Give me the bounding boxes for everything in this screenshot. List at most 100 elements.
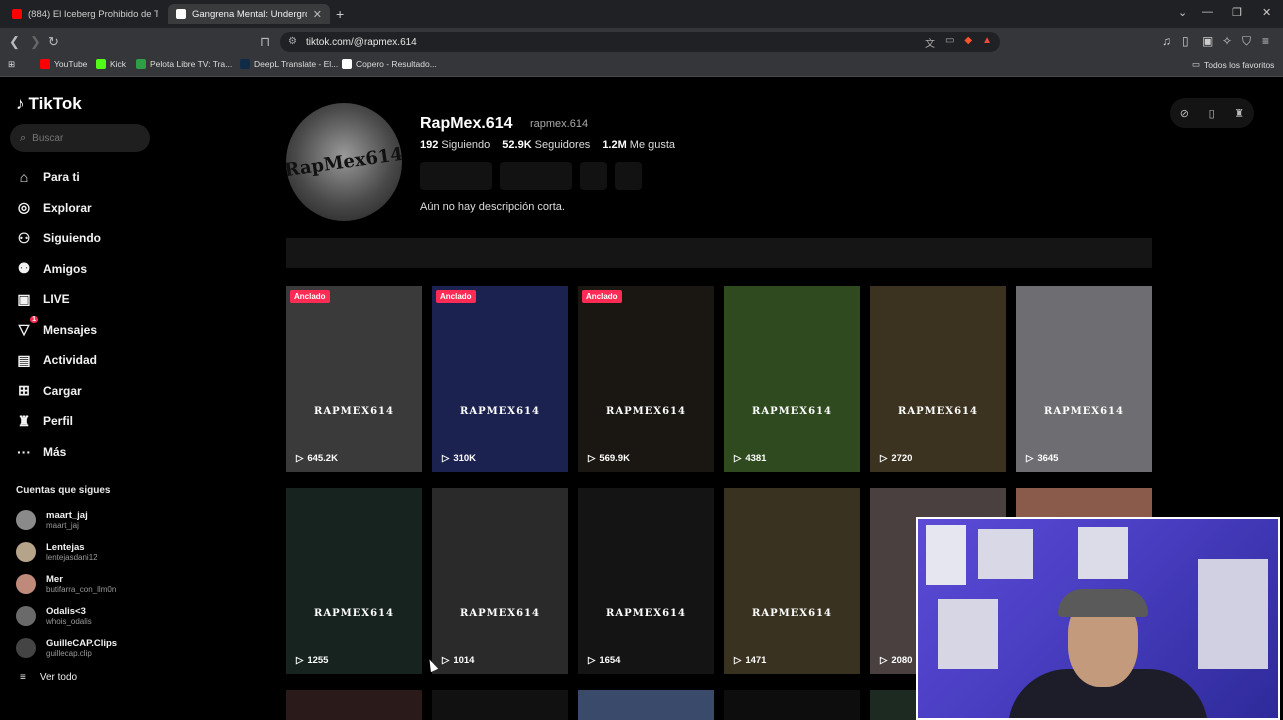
video-card[interactable]: RAPMEX614 ▷ 2720 (870, 286, 1006, 472)
video-card[interactable]: RAPMEX614 ▷ 1654 (578, 488, 714, 674)
account-name: GuilleCAP.Clips (46, 637, 118, 649)
video-card[interactable]: RAPMEX614 ▷ 1471 (724, 488, 860, 674)
see-all-label: Ver todo (39, 672, 78, 683)
browser-tab-tiktok[interactable]: Gangrena Mental: Undergrou ✕ (168, 4, 330, 24)
video-card[interactable]: RAPMEX614 ▷ 4381 (724, 286, 860, 472)
sidebar-item-siguiendo[interactable]: ⚇ Siguiendo (14, 223, 101, 254)
nav-label: Explorar (43, 200, 92, 215)
play-icon: ▷ (880, 453, 888, 464)
follow-button[interactable] (420, 162, 492, 190)
see-all-button[interactable]: ≡ Ver todo (20, 672, 77, 683)
search-box[interactable]: ⌕ (10, 124, 150, 152)
video-card[interactable] (286, 690, 422, 720)
suggest-button[interactable] (580, 162, 607, 190)
restore-button[interactable]: ❐ (1232, 6, 1242, 19)
wallet-icon[interactable]: ▣ (1202, 34, 1213, 48)
sidebar-item-actividad[interactable]: ▤ Actividad (14, 345, 101, 376)
live-icon: ▣ (17, 290, 31, 307)
nav-label: Mensajes (43, 322, 98, 337)
video-card[interactable]: Anclado RAPMEX614 ▷ 569.9K (578, 286, 714, 472)
tab-search-icon[interactable]: ⌄ (1178, 6, 1187, 19)
bookmark-pelota-libre[interactable]: Pelota Libre TV: Tra... (136, 59, 232, 69)
bookmark-kick[interactable]: Kick (96, 59, 126, 69)
apps-icon[interactable]: ⊞ (8, 59, 15, 70)
profile-bio: Aún no hay descripción corta. (420, 201, 565, 213)
music-icon[interactable]: ♫ (1162, 34, 1171, 48)
close-window-button[interactable]: ✕ (1262, 6, 1271, 19)
video-card[interactable] (432, 690, 568, 720)
sidebar-item-cargar[interactable]: ⊞ Cargar (14, 376, 101, 407)
following-account[interactable]: maart_jaj maart_jaj (16, 504, 117, 536)
nav-label: Siguiendo (43, 231, 101, 246)
new-tab-button[interactable]: + (336, 6, 344, 22)
reload-button[interactable]: ↻ (48, 34, 59, 50)
poster (1078, 527, 1128, 579)
play-icon: ▷ (734, 655, 742, 666)
sidebar-item-para-ti[interactable]: ⌂ Para ti (14, 162, 101, 193)
following-count: 192 (420, 139, 439, 151)
view-count: ▷ 1654 (588, 655, 620, 666)
following-stat[interactable]: 192 Siguiendo (420, 139, 490, 151)
profile-actions (420, 162, 642, 190)
account-handle: whois_odalis (46, 616, 92, 626)
nav-label: Cargar (43, 383, 82, 398)
vpn-icon[interactable]: ⛉ (1242, 34, 1251, 49)
forward-button[interactable]: ❯ (30, 34, 41, 50)
search-input[interactable] (32, 132, 133, 144)
cast-icon[interactable]: ▭ (945, 35, 954, 50)
sidebar-item-perfil[interactable]: ♜ Perfil (14, 406, 101, 437)
pinned-badge: Anclado (582, 290, 622, 303)
close-tab-icon[interactable]: ✕ (313, 8, 322, 21)
browser-tab-youtube[interactable]: (884) El Iceberg Prohibido de The Me (4, 4, 166, 24)
views-text: 1014 (453, 655, 475, 666)
tiktok-logo[interactable]: ♪ TikTok (16, 94, 82, 114)
brave-rewards-icon[interactable]: ▲ (982, 35, 992, 50)
video-card[interactable]: RAPMEX614 ▷ 1255 (286, 488, 422, 674)
messages-glyph: ▽ (18, 321, 30, 338)
back-button[interactable]: ❮ (9, 34, 20, 50)
video-card[interactable]: RAPMEX614 ▷ 1014 (432, 488, 568, 674)
profile-tabs-bar[interactable] (286, 238, 1152, 268)
following-account[interactable]: Odalis<3 whois_odalis (16, 600, 117, 632)
phone-icon[interactable]: ▯ (1209, 107, 1215, 120)
followers-stat[interactable]: 52.9K Seguidores (502, 139, 590, 151)
activity-icon: ▤ (17, 351, 31, 368)
menu-icon[interactable]: ≡ (1262, 34, 1269, 48)
address-bar[interactable]: ⚙ tiktok.com/@rapmex.614 文 ▭ ◆ ▲ (280, 32, 1000, 52)
user-avatar-icon[interactable]: ♜ (1234, 107, 1244, 120)
message-button[interactable] (500, 162, 572, 190)
sidebar-toggle-icon[interactable]: ▯ (1182, 34, 1189, 48)
bookmark-youtube[interactable]: YouTube (40, 59, 87, 69)
bookmark-deepl[interactable]: DeepL Translate - El... (240, 59, 338, 69)
views-text: 1471 (745, 655, 767, 666)
profile-avatar[interactable]: RapMex614 (286, 103, 402, 221)
bookmark-icon[interactable]: ⊓ (260, 34, 270, 50)
coin-icon[interactable]: ⊘ (1180, 107, 1189, 120)
video-card[interactable] (724, 690, 860, 720)
ai-icon[interactable]: ✧ (1222, 34, 1232, 48)
video-card[interactable] (578, 690, 714, 720)
video-card[interactable]: RAPMEX614 ▷ 3645 (1016, 286, 1152, 472)
brave-shield-icon[interactable]: ◆ (964, 35, 972, 50)
translate-icon[interactable]: 文 (925, 35, 935, 50)
bookmark-label: YouTube (54, 59, 88, 69)
share-button[interactable] (615, 162, 642, 190)
sidebar-item-mas[interactable]: ··· Más (14, 437, 101, 468)
following-account[interactable]: GuilleCAP.Clips guillecap.clip (16, 632, 117, 664)
bookmark-copero[interactable]: Copero - Resultado... (342, 59, 437, 69)
following-account[interactable]: Lentejas lentejasdani12 (16, 536, 117, 568)
minimize-button[interactable]: — (1202, 6, 1213, 18)
sidebar-item-live[interactable]: ▣ LIVE (14, 284, 101, 315)
sidebar-item-explorar[interactable]: ◎ Explorar (14, 193, 101, 224)
following-account[interactable]: Mer butifarra_con_llm0n (16, 568, 117, 600)
sidebar-item-amigos[interactable]: ⚉ Amigos (14, 254, 101, 285)
view-count: ▷ 1471 (734, 655, 766, 666)
all-favorites-folder[interactable]: ▭ Todos los favoritos (1192, 59, 1274, 70)
deepl-icon (240, 59, 250, 69)
sidebar-item-mensajes[interactable]: ▽ 1 Mensajes (14, 315, 101, 346)
messages-icon: ▽ 1 (14, 316, 38, 338)
compass-icon: ◎ (17, 199, 31, 216)
video-card[interactable]: Anclado RAPMEX614 ▷ 645.2K (286, 286, 422, 472)
video-card[interactable]: Anclado RAPMEX614 ▷ 310K (432, 286, 568, 472)
site-info-icon[interactable]: ⚙ (288, 36, 297, 47)
